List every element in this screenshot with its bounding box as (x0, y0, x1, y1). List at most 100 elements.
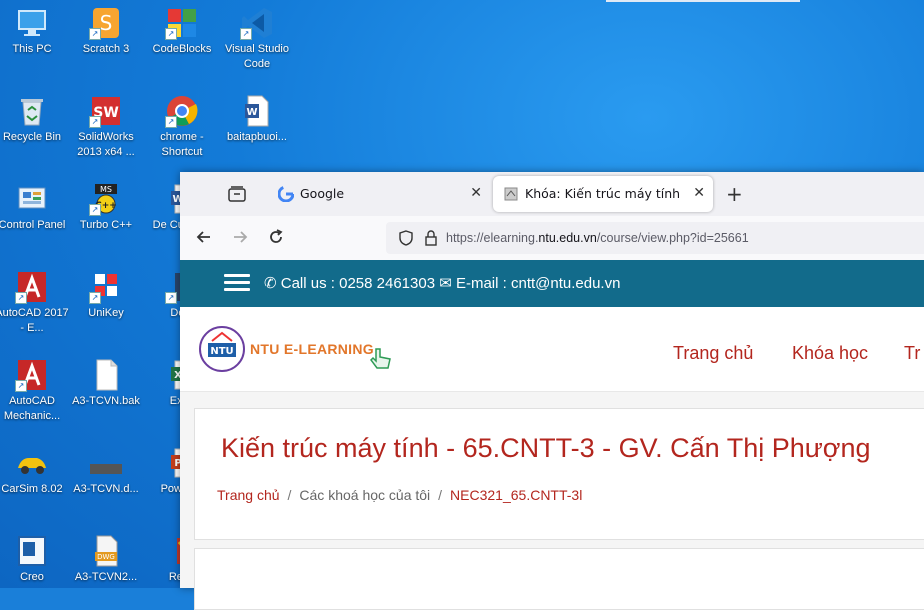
desktop-icon-this-pc[interactable]: This PC (0, 6, 70, 57)
scratch-icon: S ↗ (89, 6, 123, 40)
desktop-icon-a3-tcvn2[interactable]: DWG A3-TCVN2... (68, 534, 144, 585)
shortcut-arrow-icon: ↗ (89, 292, 101, 304)
vscode-icon: ↗ (240, 6, 274, 40)
autocad-icon: ↗ (15, 358, 49, 392)
nav-link-more[interactable]: Tr (904, 343, 920, 364)
close-icon[interactable]: ✕ (693, 185, 705, 201)
desktop-icon-scratch[interactable]: S ↗ Scratch 3 (68, 6, 144, 57)
shield-icon[interactable] (398, 230, 414, 246)
desktop-icon-label: Control Panel (0, 219, 66, 231)
desktop-icon-baitapbuoi[interactable]: W baitapbuoi... (219, 94, 295, 145)
desktop-icon-label: Creo (20, 571, 44, 583)
reload-icon[interactable] (266, 227, 286, 252)
desktop-icon-recycle-bin[interactable]: Recycle Bin (0, 94, 70, 145)
breadcrumb-course[interactable]: NEC321_65.CNTT-3l (450, 487, 582, 503)
nav-link-home[interactable]: Trang chủ (673, 343, 753, 364)
shortcut-arrow-icon: ↗ (165, 292, 177, 304)
desktop-icon-label: A3-TCVN2... (74, 571, 138, 583)
breadcrumb-home[interactable]: Trang chủ (217, 487, 280, 503)
chrome-icon: ↗ (165, 94, 199, 128)
svg-text:W: W (246, 107, 257, 118)
desktop-icon-label: Scratch 3 (82, 43, 130, 55)
tab-strip: Google ✕ Khóa: Kiến trúc máy tính - 65.C… (180, 172, 924, 216)
shortcut-arrow-icon: ↗ (89, 28, 101, 40)
recycle-bin-icon (15, 94, 49, 128)
desktop-icon-autocad-mechanical[interactable]: ↗ AutoCAD Mechanic... (0, 358, 70, 424)
desktop-icon-chrome[interactable]: ↗ chrome - Shortcut (144, 94, 220, 160)
hamburger-menu-icon[interactable] (224, 274, 250, 292)
svg-text:S: S (100, 11, 113, 35)
desktop-icon-control-panel[interactable]: Control Panel (0, 182, 70, 233)
desktop-icon-label: Visual Studio Code (224, 43, 289, 70)
shortcut-arrow-icon: ↗ (15, 292, 27, 304)
codeblocks-icon: ↗ (165, 6, 199, 40)
phone-icon: ✆ (264, 275, 277, 292)
desktop-icon-autocad-2017[interactable]: ↗ AutoCAD 2017 - E... (0, 270, 70, 336)
logo-text[interactable]: NTU E-LEARNING (250, 341, 374, 357)
email-text[interactable]: E-mail : cntt@ntu.edu.vn (456, 275, 620, 292)
tab-google[interactable]: Google ✕ (268, 176, 490, 212)
unikey-icon: ↗ (89, 270, 123, 304)
tab-overview-icon[interactable] (226, 184, 248, 204)
lock-icon[interactable] (424, 230, 438, 246)
solidworks-icon: SW ↗ (89, 94, 123, 128)
hand-pointer-icon (368, 345, 396, 371)
site-topbar: ✆ Call us : 0258 2461303 ✉ E-mail : cntt… (180, 260, 924, 307)
desktop-icon-a3-tcvn-dwg[interactable]: A3-TCVN.d... (68, 446, 144, 497)
phone-text: Call us : 0258 2461303 (280, 275, 436, 292)
shortcut-arrow-icon: ↗ (89, 116, 101, 128)
desktop-icon-label: A3-TCVN.d... (73, 483, 139, 495)
desktop-icon-turbo-cpp[interactable]: MS C++ ↗ Turbo C++ (68, 182, 144, 233)
desktop-icon-unikey[interactable]: ↗ UniKey (68, 270, 144, 321)
dwg-icon: DWG (89, 534, 123, 568)
back-arrow-icon[interactable] (194, 227, 214, 252)
desktop-icon-label: baitapbuoi... (227, 131, 287, 143)
site-header: NTU NTU E-LEARNING Trang chủ Khóa học Tr (180, 307, 924, 392)
contact-info: ✆ Call us : 0258 2461303 ✉ E-mail : cntt… (264, 274, 620, 292)
close-icon[interactable]: ✕ (470, 185, 482, 201)
turbo-cpp-icon: MS C++ ↗ (89, 182, 123, 216)
ntu-logo[interactable]: NTU (198, 325, 246, 373)
desktop-icon-label: chrome - Shortcut (160, 131, 204, 158)
tab-course[interactable]: Khóa: Kiến trúc máy tính - 65.CN ✕ (493, 176, 713, 212)
desktop-icon-label: CodeBlocks (152, 43, 212, 55)
file-icon (89, 358, 123, 392)
desktop-icon-vscode[interactable]: ↗ Visual Studio Code (219, 6, 295, 72)
desktop-icon-label: This PC (12, 43, 52, 55)
shortcut-arrow-icon: ↗ (89, 204, 101, 216)
shortcut-arrow-icon: ↗ (165, 116, 177, 128)
svg-text:MS: MS (100, 185, 112, 194)
desktop-icon-label: A3-TCVN.bak (72, 395, 140, 407)
desktop-icon-label: UniKey (88, 307, 124, 319)
google-favicon-icon (277, 185, 295, 203)
dwg-file-icon (89, 446, 123, 480)
page-title: Kiến trúc máy tính - 65.CNTT-3 - GV. Cấn… (221, 433, 871, 463)
word-doc-icon: W (240, 94, 274, 128)
url-bar[interactable]: https://elearning.ntu.edu.vn/course/view… (386, 222, 924, 254)
svg-text:DWG: DWG (97, 553, 115, 561)
desktop-icon-solidworks[interactable]: SW ↗ SolidWorks 2013 x64 ... (68, 94, 144, 160)
course-header-card: Kiến trúc máy tính - 65.CNTT-3 - GV. Cấn… (194, 408, 924, 540)
forward-arrow-icon[interactable] (230, 227, 250, 252)
shortcut-arrow-icon: ↗ (165, 28, 177, 40)
page-favicon-icon (503, 186, 519, 202)
breadcrumb-my-courses[interactable]: Các khoá học của tôi (299, 487, 430, 503)
carsim-icon (15, 446, 49, 480)
autocad-icon: ↗ (15, 270, 49, 304)
control-panel-icon (15, 182, 49, 216)
tab-title: Khóa: Kiến trúc máy tính - 65.CN (525, 186, 683, 201)
shortcut-arrow-icon: ↗ (240, 28, 252, 40)
nav-link-courses[interactable]: Khóa học (792, 343, 868, 364)
new-tab-button[interactable]: + (726, 182, 743, 206)
svg-text:NTU: NTU (210, 346, 233, 357)
shortcut-arrow-icon: ↗ (15, 380, 27, 392)
desktop-icon-carsim[interactable]: CarSim 8.02 (0, 446, 70, 497)
desktop-icon-label: CarSim 8.02 (1, 483, 63, 495)
desktop-icon-label: Recycle Bin (2, 131, 62, 143)
breadcrumb: Trang chủ / Các khoá học của tôi / NEC321_65… (217, 487, 583, 503)
navigation-bar: https://elearning.ntu.edu.vn/course/view… (180, 216, 924, 261)
desktop-icon-creo[interactable]: Creo (0, 534, 70, 585)
desktop-icon-codeblocks[interactable]: ↗ CodeBlocks (144, 6, 220, 57)
browser-window: Google ✕ Khóa: Kiến trúc máy tính - 65.C… (180, 172, 924, 610)
desktop-icon-a3-tcvn-bak[interactable]: A3-TCVN.bak (68, 358, 144, 409)
